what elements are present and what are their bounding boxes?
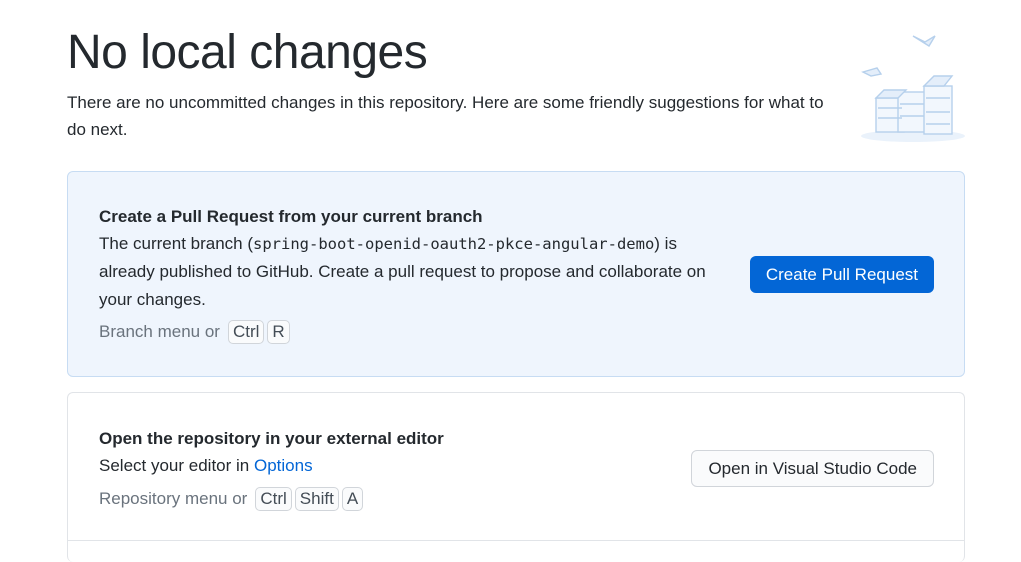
- kbd-shift: Shift: [294, 487, 339, 511]
- kbd-a: A: [341, 487, 364, 511]
- shortcut-label: Branch menu or: [99, 322, 220, 341]
- external-editor-card-title: Open the repository in your external edi…: [99, 429, 444, 448]
- external-editor-card-description: Select your editor in Options: [99, 452, 729, 480]
- create-pull-request-card: Create a Pull Request from your current …: [67, 171, 965, 377]
- page-subtitle: There are no uncommitted changes in this…: [67, 93, 824, 139]
- kbd-r: R: [267, 320, 290, 344]
- options-link[interactable]: Options: [254, 456, 313, 475]
- open-external-editor-card: Open the repository in your external edi…: [67, 392, 965, 562]
- pull-request-card-description: The current branch (spring-boot-openid-o…: [99, 230, 729, 314]
- empty-boxes-illustration: [861, 35, 965, 142]
- card-divider: [67, 540, 965, 541]
- pull-request-card-title: Create a Pull Request from your current …: [99, 207, 483, 226]
- editor-description-text: Select your editor in: [99, 456, 250, 475]
- kbd-ctrl: Ctrl: [255, 487, 292, 511]
- description-prefix: The current branch (: [99, 234, 254, 253]
- create-pull-request-button[interactable]: Create Pull Request: [749, 256, 934, 293]
- kbd-ctrl: Ctrl: [227, 320, 265, 344]
- branch-name: spring-boot-openid-oauth2-pkce-angular-d…: [253, 235, 655, 253]
- page-title: No local changes: [67, 26, 428, 79]
- shortcut-label: Repository menu or: [99, 489, 248, 508]
- open-in-vscode-button[interactable]: Open in Visual Studio Code: [691, 450, 934, 487]
- repository-menu-shortcut: Repository menu or Ctrl Shift A: [99, 487, 364, 511]
- branch-menu-shortcut: Branch menu or Ctrl R: [99, 320, 290, 344]
